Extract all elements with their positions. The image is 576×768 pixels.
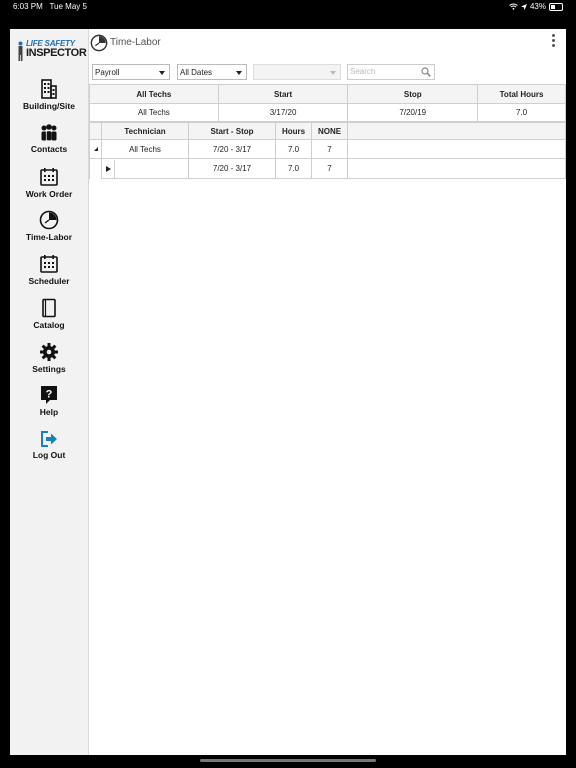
wifi-icon (509, 3, 518, 10)
expand-toggle[interactable] (102, 159, 115, 178)
calendar-icon (40, 255, 58, 273)
column-header[interactable]: All Techs (89, 84, 219, 104)
search-input[interactable] (350, 65, 420, 78)
sidebar-item-label: Catalog (33, 320, 65, 330)
sidebar-item-label: Settings (32, 364, 66, 374)
sidebar-item-label: Work Order (25, 189, 73, 199)
battery-icon (549, 2, 563, 11)
chevron-down-icon (236, 71, 242, 75)
sidebar-item-label: Building/Site (23, 101, 75, 111)
column-header[interactable]: Start - Stop (188, 122, 276, 140)
header: Time-Labor (89, 29, 566, 57)
logo-line2: INSPECTOR (26, 47, 87, 59)
logout-icon (41, 431, 57, 447)
column-header[interactable]: NONE (311, 122, 348, 140)
status-bar: 6:03 PM Tue May 5 43% (0, 0, 576, 14)
svg-text:?: ? (46, 389, 53, 401)
sidebar-item-label: Help (39, 407, 59, 417)
location-icon (520, 3, 527, 10)
calendar-icon (40, 168, 58, 186)
sidebar-item-label: Contacts (30, 144, 68, 154)
help-icon: ? (41, 386, 57, 404)
column-header[interactable]: Start (217, 84, 349, 104)
table-cell: All Techs (89, 103, 219, 122)
table-cell: 7 (311, 139, 348, 159)
sidebar-item-time-labor[interactable]: Time-Labor (10, 210, 88, 242)
building-icon (41, 79, 57, 99)
collapse-arrow-icon (93, 147, 98, 151)
home-indicator[interactable] (200, 759, 376, 762)
detail-table: Technician Start - Stop Hours NONE All T… (89, 122, 566, 179)
secondary-filter-select[interactable] (253, 64, 341, 80)
search-box[interactable] (347, 64, 435, 80)
table-cell: 7/20 - 3/17 (188, 158, 276, 179)
table-cell: 7/20 - 3/17 (188, 139, 276, 159)
sidebar-item-label: Log Out (32, 450, 66, 460)
page-title: Time-Labor (110, 37, 161, 48)
collapse-toggle[interactable] (89, 139, 102, 159)
people-icon (41, 124, 57, 142)
sidebar: LIFE SAFETY INSPECTOR Building/Site Cont… (10, 29, 89, 755)
sidebar-item-help[interactable]: ? Help (10, 385, 88, 417)
inspector-figure-icon (18, 41, 23, 61)
sidebar-item-building-site[interactable]: Building/Site (10, 79, 88, 111)
more-options-icon[interactable] (552, 34, 556, 49)
column-header[interactable]: Total Hours (477, 84, 566, 104)
sidebar-item-label: Time-Labor (25, 232, 73, 242)
sidebar-item-work-order[interactable]: Work Order (10, 167, 88, 199)
table-cell: 7.0 (275, 139, 312, 159)
expand-arrow-icon (105, 165, 111, 172)
sidebar-item-settings[interactable]: Settings (10, 342, 88, 374)
chevron-down-icon (159, 71, 165, 75)
table-cell: 7 (311, 158, 348, 179)
table-row[interactable]: All Techs 7/20 - 3/17 7.0 7 (89, 139, 566, 159)
gear-icon (40, 343, 58, 361)
sidebar-item-scheduler[interactable]: Scheduler (10, 254, 88, 286)
sidebar-item-log-out[interactable]: Log Out (10, 430, 88, 460)
date-range-select[interactable]: All Dates (177, 64, 247, 80)
status-time: 6:03 PM Tue May 5 (13, 2, 87, 11)
book-icon (42, 298, 56, 318)
search-icon (421, 67, 431, 77)
chevron-down-icon (330, 71, 336, 75)
table-cell: 7.0 (275, 158, 312, 179)
table-cell: All Techs (101, 139, 189, 159)
column-header[interactable]: Hours (275, 122, 312, 140)
app-window: LIFE SAFETY INSPECTOR Building/Site Cont… (10, 29, 566, 755)
table-row[interactable]: 7/20 - 3/17 7.0 7 (89, 158, 566, 179)
app-logo: LIFE SAFETY INSPECTOR (16, 39, 87, 63)
summary-header-row: All Techs Start Stop Total Hours (89, 84, 566, 104)
table-cell: 3/17/20 (217, 103, 349, 122)
column-header[interactable]: Technician (101, 122, 189, 140)
sidebar-item-catalog[interactable]: Catalog (10, 298, 88, 330)
table-row[interactable]: All Techs 3/17/20 7/20/19 7.0 (89, 103, 566, 122)
table-cell: 7/20/19 (347, 103, 479, 122)
report-type-select[interactable]: Payroll (92, 64, 170, 80)
table-cell: 7.0 (477, 103, 566, 122)
clock-icon (39, 210, 59, 230)
column-header[interactable]: Stop (347, 84, 479, 104)
summary-table: All Techs Start Stop Total Hours All Tec… (89, 84, 566, 122)
sidebar-item-label: Scheduler (28, 276, 70, 286)
status-right: 43% (509, 0, 563, 13)
battery-percent: 43% (529, 2, 546, 11)
expand-cell[interactable] (101, 158, 189, 179)
detail-header-row: Technician Start - Stop Hours NONE (89, 122, 566, 140)
sidebar-item-contacts[interactable]: Contacts (10, 124, 88, 154)
clock-icon (90, 34, 108, 52)
